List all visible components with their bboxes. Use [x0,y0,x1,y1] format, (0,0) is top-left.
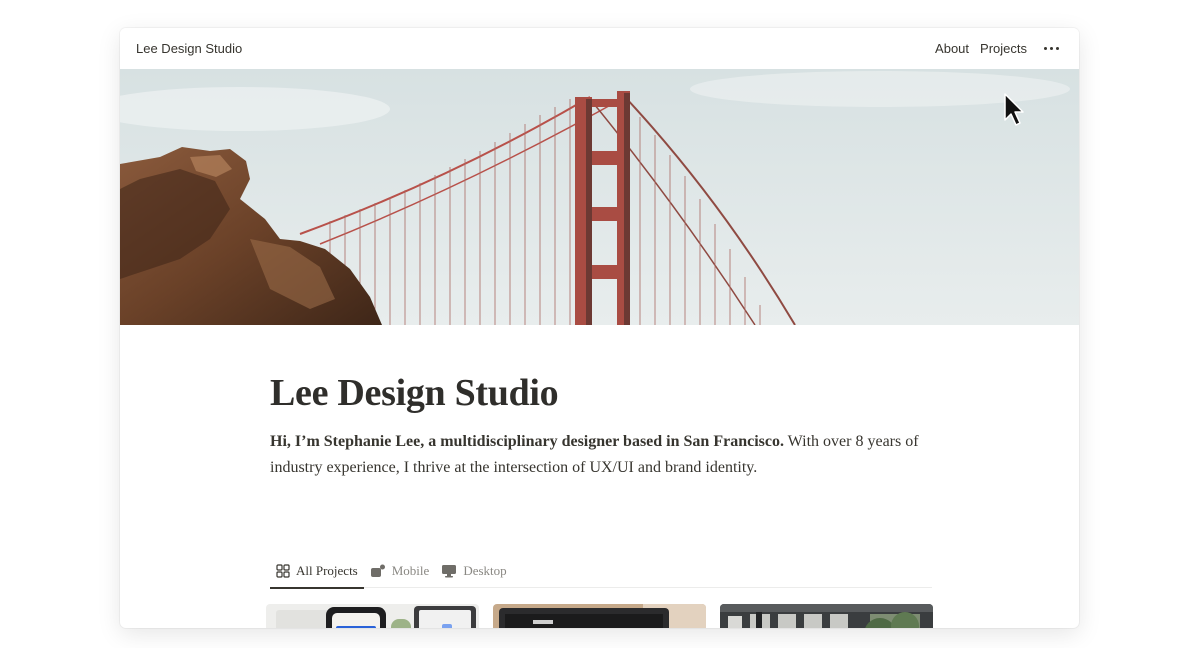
tab-desktop[interactable]: Desktop [435,554,512,587]
nav-projects-link[interactable]: Projects [980,41,1027,56]
intro-bold-text: Hi, I’m Stephanie Lee, a multidisciplina… [270,433,784,450]
tab-mobile[interactable]: Mobile [364,554,436,587]
intro-paragraph: Hi, I’m Stephanie Lee, a multidisciplina… [270,429,930,481]
top-navbar: Lee Design Studio About Projects [120,28,1079,69]
tab-all-projects[interactable]: All Projects [270,554,364,589]
project-gallery [266,604,936,628]
tab-desktop-label: Desktop [463,562,507,578]
hero-image-golden-gate-bridge [120,69,1079,325]
grid-icon [276,563,290,578]
project-card-desktop[interactable] [493,604,706,628]
more-horizontal-icon[interactable] [1038,47,1063,50]
site-name-link[interactable]: Lee Design Studio [136,41,242,56]
mobile-icon [370,564,385,577]
desktop-icon [442,564,457,577]
page-title: Lee Design Studio [270,372,559,414]
nav-about-link[interactable]: About [935,41,969,56]
nav-menu: About Projects [935,41,1063,56]
browser-window: Lee Design Studio About Projects Lee Des… [120,28,1079,628]
tab-all-projects-label: All Projects [296,562,358,578]
project-card-storefront[interactable] [720,604,933,628]
tab-mobile-label: Mobile [391,562,430,578]
mouse-cursor-icon [1004,93,1024,126]
project-filter-tabs: All Projects Mobile Desktop [270,554,932,589]
project-card-mobile-app[interactable] [266,604,479,628]
